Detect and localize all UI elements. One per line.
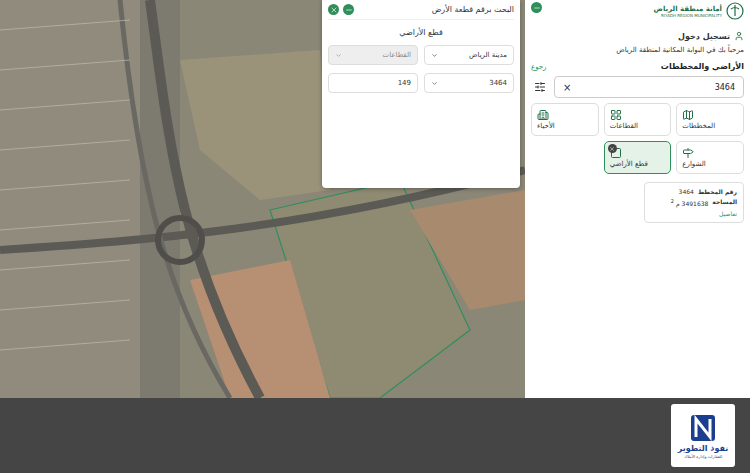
select-field: القطاعات — [328, 45, 418, 65]
category-tile[interactable]: الشوارع — [676, 141, 744, 174]
result-card[interactable]: رقم المخطط3464المساحة3491638 م 2تفاصيل — [644, 182, 744, 223]
filter-button[interactable] — [531, 77, 549, 97]
category-icon — [610, 109, 622, 121]
popup-title: البحث برقم قطعة الأرض — [432, 5, 514, 14]
select-field[interactable]: 3464 — [424, 73, 514, 93]
municipality-logo: أمانة منطقة الرياضRIYADH REGION MUNICIPA… — [654, 2, 744, 20]
brand-mark-icon — [689, 413, 717, 443]
brand-name: نفوذ التطوير — [678, 444, 728, 453]
minimize-icon[interactable] — [343, 4, 354, 15]
main-area: البحث برقم قطعة الأرض قطع الأراضي مدينة ال… — [0, 0, 750, 398]
welcome-text: مرحباً بك في البوابة المكانية لمنطقة الر… — [531, 46, 744, 54]
back-link[interactable]: رجوع — [531, 63, 547, 71]
remove-icon[interactable] — [608, 144, 617, 153]
sliders-icon — [534, 81, 546, 93]
field-grid: مدينة الرياض القطاعات 3464 149 — [328, 45, 514, 93]
collapse-icon[interactable] — [531, 2, 542, 13]
clear-button[interactable]: × — [563, 82, 571, 93]
chevron-down-icon — [431, 52, 438, 59]
details-link[interactable]: تفاصيل — [651, 210, 737, 217]
panel-title: الأراضي والمخططات — [661, 62, 744, 71]
category-tile[interactable]: القطاعات — [604, 103, 672, 136]
user-icon — [734, 31, 744, 41]
category-icon — [537, 109, 549, 121]
chevron-down-icon — [431, 80, 438, 87]
search-input[interactable]: 3464× — [554, 76, 744, 98]
category-tile[interactable]: المخططات — [676, 103, 744, 136]
org-name-en: RIYADH REGION MUNICIPALITY — [661, 13, 722, 18]
map[interactable]: البحث برقم قطعة الأرض قطع الأراضي مدينة ال… — [0, 0, 525, 398]
sidebar: أمانة منطقة الرياضRIYADH REGION MUNICIPA… — [525, 0, 750, 398]
select-field[interactable]: 149 — [328, 73, 418, 93]
category-icon — [682, 147, 694, 159]
emblem-icon — [726, 2, 744, 20]
popup-header: البحث برقم قطعة الأرض — [328, 4, 514, 20]
section-title: قطع الأراضي — [328, 28, 514, 37]
select-field[interactable]: مدينة الرياض — [424, 45, 514, 65]
brand-logo: نفوذ التطويرللعقارات وإدارة الأملاك — [671, 404, 735, 467]
footer-band: نفوذ التطويرللعقارات وإدارة الأملاك — [0, 398, 750, 473]
category-tile[interactable]: الأحياء — [531, 103, 599, 136]
category-grid: المخططاتالقطاعاتالأحياء الشوارعقطع الأراض… — [531, 103, 744, 174]
close-icon[interactable] — [328, 4, 339, 15]
search-popup: البحث برقم قطعة الأرض قطع الأراضي مدينة ال… — [322, 0, 520, 188]
category-tile[interactable]: قطع الأراضي — [604, 141, 672, 174]
page: البحث برقم قطعة الأرض قطع الأراضي مدينة ال… — [0, 0, 750, 473]
org-name: أمانة منطقة الرياض — [654, 5, 722, 13]
category-icon — [682, 109, 694, 121]
brand-tagline: للعقارات وإدارة الأملاك — [684, 454, 722, 459]
chevron-down-icon — [335, 52, 342, 59]
login-link[interactable]: تسجيل دخول — [531, 31, 744, 41]
